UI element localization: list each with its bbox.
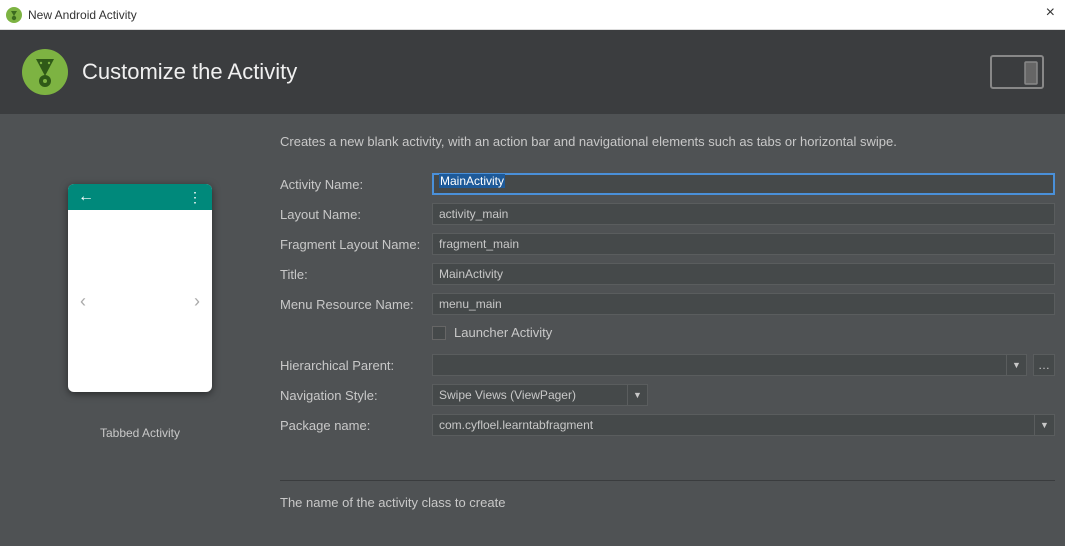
input-layout-name[interactable] (432, 203, 1055, 225)
row-navigation-style: Navigation Style: Swipe Views (ViewPager… (280, 384, 1055, 406)
chevron-down-icon[interactable]: ▼ (1034, 415, 1054, 435)
preview-appbar: ← ⋮ (68, 184, 212, 210)
row-activity-name: Activity Name: MainActivity (280, 173, 1055, 195)
combo-package-name[interactable]: com.cyfloel.learntabfragment ▼ (432, 414, 1055, 436)
label-package-name: Package name: (280, 418, 432, 433)
window-title: New Android Activity (28, 8, 137, 22)
browse-parent-button[interactable]: … (1033, 354, 1055, 376)
input-menu-resource-name[interactable] (432, 293, 1055, 315)
android-studio-logo (22, 49, 68, 95)
app-icon (6, 7, 22, 23)
input-fragment-layout-name[interactable] (432, 233, 1055, 255)
phone-preview: ← ⋮ ‹ › (68, 184, 212, 392)
combo-navigation-style[interactable]: Swipe Views (ViewPager) ▼ (432, 384, 648, 406)
row-hierarchical-parent: Hierarchical Parent: ▼ … (280, 354, 1055, 376)
chevron-down-icon[interactable]: ▼ (627, 385, 647, 405)
checkbox-launcher-activity[interactable] (432, 326, 446, 340)
preview-column: ← ⋮ ‹ › Tabbed Activity (0, 134, 280, 546)
hint-text: The name of the activity class to create (280, 495, 1055, 510)
label-title: Title: (280, 267, 432, 282)
title-bar: New Android Activity × (0, 0, 1065, 30)
wizard-header: Customize the Activity (0, 30, 1065, 114)
label-activity-name: Activity Name: (280, 177, 432, 192)
chevron-down-icon[interactable]: ▼ (1006, 355, 1026, 375)
combo-hierarchical-parent[interactable]: ▼ (432, 354, 1027, 376)
back-arrow-icon: ← (78, 189, 94, 205)
chevron-left-icon: ‹ (80, 291, 86, 312)
row-title: Title: (280, 263, 1055, 285)
wizard-content: ← ⋮ ‹ › Tabbed Activity Creates a new bl… (0, 114, 1065, 546)
input-activity-name[interactable]: MainActivity (432, 173, 1055, 195)
separator (280, 480, 1055, 481)
row-package-name: Package name: com.cyfloel.learntabfragme… (280, 414, 1055, 436)
form-column: Creates a new blank activity, with an ac… (280, 134, 1065, 546)
row-fragment-layout-name: Fragment Layout Name: (280, 233, 1055, 255)
window-body: Customize the Activity ← ⋮ ‹ › Tabbed Ac… (0, 30, 1065, 546)
page-title: Customize the Activity (82, 59, 297, 85)
close-icon[interactable]: × (1046, 4, 1055, 22)
label-launcher-activity: Launcher Activity (454, 325, 552, 340)
chevron-right-icon: › (194, 291, 200, 312)
preview-body: ‹ › (68, 210, 212, 392)
label-fragment-layout-name: Fragment Layout Name: (280, 237, 432, 252)
preview-caption: Tabbed Activity (100, 426, 180, 440)
label-navigation-style: Navigation Style: (280, 388, 432, 403)
label-menu-resource-name: Menu Resource Name: (280, 297, 432, 312)
label-hierarchical-parent: Hierarchical Parent: (280, 358, 432, 373)
device-graphic-icon (989, 54, 1045, 90)
description-text: Creates a new blank activity, with an ac… (280, 134, 1055, 149)
overflow-menu-icon: ⋮ (188, 190, 202, 204)
input-title[interactable] (432, 263, 1055, 285)
row-menu-resource-name: Menu Resource Name: (280, 293, 1055, 315)
row-layout-name: Layout Name: (280, 203, 1055, 225)
label-layout-name: Layout Name: (280, 207, 432, 222)
row-launcher-activity[interactable]: Launcher Activity (432, 325, 1055, 340)
